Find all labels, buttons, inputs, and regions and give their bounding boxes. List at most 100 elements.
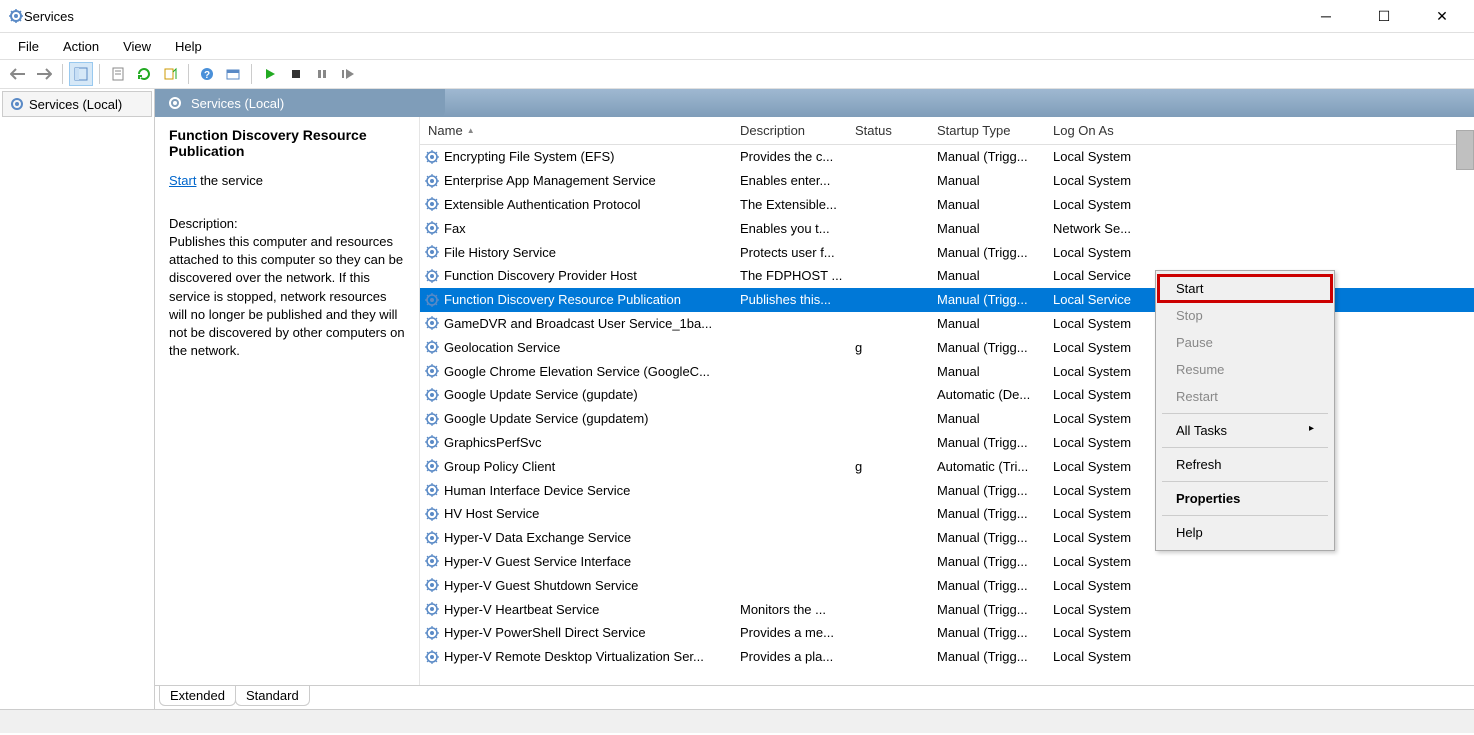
- tab-extended[interactable]: Extended: [159, 686, 236, 706]
- cell-logon: Local Service: [1053, 268, 1163, 283]
- gear-icon: [424, 601, 440, 617]
- cm-all-tasks[interactable]: All Tasks▸: [1158, 417, 1332, 444]
- tab-standard[interactable]: Standard: [235, 686, 310, 706]
- cm-resume: Resume: [1158, 356, 1332, 383]
- menu-action[interactable]: Action: [53, 35, 109, 58]
- cell-startup: Manual (Trigg...: [937, 625, 1053, 640]
- col-status[interactable]: Status: [855, 123, 937, 138]
- maximize-button[interactable]: ☐: [1364, 2, 1404, 30]
- service-row[interactable]: Hyper-V Remote Desktop Virtualization Se…: [420, 645, 1474, 669]
- list-pane: Name▲ Description Status Startup Type Lo…: [420, 117, 1474, 685]
- start-link[interactable]: Start: [169, 173, 196, 188]
- cell-logon: Local System: [1053, 411, 1163, 426]
- col-logon[interactable]: Log On As: [1053, 123, 1163, 138]
- cm-refresh[interactable]: Refresh: [1158, 451, 1332, 478]
- service-row[interactable]: Hyper-V Heartbeat ServiceMonitors the ..…: [420, 597, 1474, 621]
- close-button[interactable]: ✕: [1422, 2, 1462, 30]
- cell-name: Function Discovery Resource Publication: [420, 292, 740, 308]
- cm-properties[interactable]: Properties: [1158, 485, 1332, 512]
- gear-icon: [424, 649, 440, 665]
- service-row[interactable]: Hyper-V Guest Service InterfaceManual (T…: [420, 550, 1474, 574]
- cell-name: Google Update Service (gupdate): [420, 387, 740, 403]
- gear-icon: [424, 530, 440, 546]
- cm-separator: [1162, 481, 1328, 482]
- cell-logon: Local System: [1053, 578, 1163, 593]
- window-title: Services: [24, 9, 1306, 24]
- nav-services-local[interactable]: Services (Local): [2, 91, 152, 117]
- start-service-button[interactable]: [258, 62, 282, 86]
- cell-name: Extensible Authentication Protocol: [420, 196, 740, 212]
- cell-startup: Manual (Trigg...: [937, 483, 1053, 498]
- service-row[interactable]: FaxEnables you t...ManualNetwork Se...: [420, 216, 1474, 240]
- cell-logon: Network Se...: [1053, 221, 1163, 236]
- cell-name: Fax: [420, 220, 740, 236]
- forward-button[interactable]: [32, 62, 56, 86]
- col-description[interactable]: Description: [740, 123, 855, 138]
- menu-help[interactable]: Help: [165, 35, 212, 58]
- gear-icon: [424, 482, 440, 498]
- help-button[interactable]: ?: [195, 62, 219, 86]
- pause-service-button[interactable]: [310, 62, 334, 86]
- show-hide-tree-button[interactable]: [69, 62, 93, 86]
- cell-name: HV Host Service: [420, 506, 740, 522]
- services-icon: [8, 8, 24, 24]
- cell-description: The Extensible...: [740, 197, 855, 212]
- menu-view[interactable]: View: [113, 35, 161, 58]
- service-row[interactable]: Hyper-V Guest Shutdown ServiceManual (Tr…: [420, 573, 1474, 597]
- back-button[interactable]: [6, 62, 30, 86]
- nav-pane: Services (Local): [0, 89, 155, 709]
- main-header: Services (Local): [155, 89, 445, 117]
- menu-file[interactable]: File: [8, 35, 49, 58]
- cell-name: Hyper-V Remote Desktop Virtualization Se…: [420, 649, 740, 665]
- cell-logon: Local System: [1053, 649, 1163, 664]
- cell-description: The FDPHOST ...: [740, 268, 855, 283]
- statusbar: [0, 709, 1474, 733]
- chevron-right-icon: ▸: [1309, 423, 1314, 434]
- cell-startup: Manual: [937, 173, 1053, 188]
- scrollbar-thumb[interactable]: [1456, 130, 1474, 170]
- cm-help[interactable]: Help: [1158, 519, 1332, 546]
- cell-logon: Local System: [1053, 483, 1163, 498]
- cell-description: Enables you t...: [740, 221, 855, 236]
- properties-button[interactable]: [106, 62, 130, 86]
- cell-startup: Manual (Trigg...: [937, 340, 1053, 355]
- cell-status: g: [855, 340, 937, 355]
- cell-name: File History Service: [420, 244, 740, 260]
- cm-start[interactable]: Start: [1158, 275, 1332, 302]
- gear-icon: [424, 411, 440, 427]
- cell-logon: Local System: [1053, 554, 1163, 569]
- stop-service-button[interactable]: [284, 62, 308, 86]
- service-row[interactable]: Enterprise App Management ServiceEnables…: [420, 169, 1474, 193]
- gear-icon: [424, 387, 440, 403]
- cell-name: GameDVR and Broadcast User Service_1ba..…: [420, 315, 740, 331]
- service-row[interactable]: File History ServiceProtects user f...Ma…: [420, 240, 1474, 264]
- minimize-button[interactable]: ─: [1306, 2, 1346, 30]
- export-button[interactable]: [158, 62, 182, 86]
- cell-logon: Local System: [1053, 197, 1163, 212]
- refresh-button[interactable]: [132, 62, 156, 86]
- cell-startup: Manual (Trigg...: [937, 292, 1053, 307]
- col-startup[interactable]: Startup Type: [937, 123, 1053, 138]
- cell-name: Group Policy Client: [420, 458, 740, 474]
- cell-name: Encrypting File System (EFS): [420, 149, 740, 165]
- gear-icon: [424, 363, 440, 379]
- cell-logon: Local Service: [1053, 292, 1163, 307]
- service-row[interactable]: Extensible Authentication ProtocolThe Ex…: [420, 193, 1474, 217]
- service-row[interactable]: Hyper-V PowerShell Direct ServiceProvide…: [420, 621, 1474, 645]
- toolbar-icon-2[interactable]: [221, 62, 245, 86]
- detail-pane: Function Discovery Resource Publication …: [155, 117, 420, 685]
- detail-start-line: Start the service: [169, 173, 405, 188]
- gear-icon: [424, 339, 440, 355]
- cell-logon: Local System: [1053, 149, 1163, 164]
- cell-logon: Local System: [1053, 316, 1163, 331]
- gear-icon: [424, 220, 440, 236]
- col-name[interactable]: Name▲: [420, 123, 740, 138]
- cell-name: Human Interface Device Service: [420, 482, 740, 498]
- cell-startup: Manual (Trigg...: [937, 578, 1053, 593]
- cell-startup: Manual (Trigg...: [937, 149, 1053, 164]
- cell-logon: Local System: [1053, 340, 1163, 355]
- gear-icon: [424, 553, 440, 569]
- service-row[interactable]: Encrypting File System (EFS)Provides the…: [420, 145, 1474, 169]
- restart-service-button[interactable]: [336, 62, 360, 86]
- main-header-bar: Services (Local): [155, 89, 1474, 117]
